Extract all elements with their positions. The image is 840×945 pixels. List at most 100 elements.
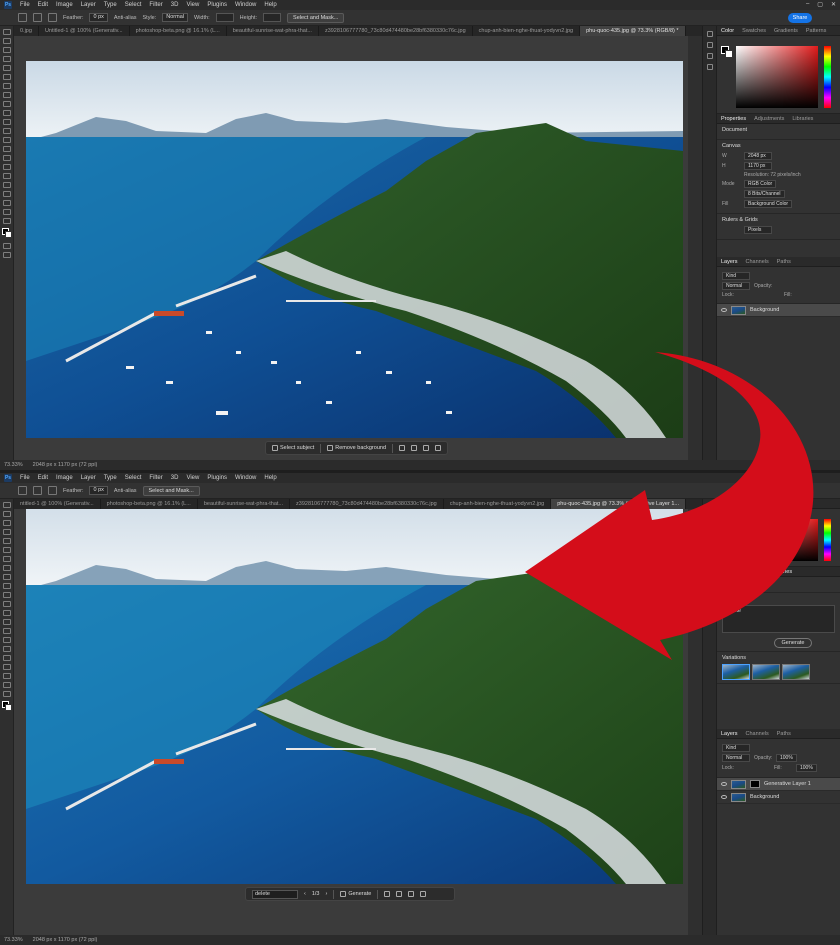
generate-panel-button[interactable]: Generate xyxy=(774,638,812,648)
antialias-checkbox[interactable]: Anti-alias xyxy=(114,488,137,494)
eraser-tool-icon[interactable] xyxy=(2,601,11,607)
marquee-tool-icon[interactable] xyxy=(2,38,11,44)
tab-color[interactable]: Color xyxy=(721,501,734,507)
color-swatches[interactable] xyxy=(0,701,13,713)
tab-document[interactable]: photoshop-beta.png @ 16.1% (L... xyxy=(130,26,227,36)
pen-tool-icon[interactable] xyxy=(2,164,11,170)
menu-view[interactable]: View xyxy=(186,475,199,481)
tab-gradients[interactable]: Gradients xyxy=(774,28,798,34)
vertical-scrollbar[interactable] xyxy=(688,36,702,460)
visibility-eye-icon[interactable] xyxy=(721,782,727,786)
quick-select-tool-icon[interactable] xyxy=(2,56,11,62)
type-tool-icon[interactable] xyxy=(2,646,11,652)
menu-image[interactable]: Image xyxy=(56,2,73,8)
lasso-tool-icon[interactable] xyxy=(2,520,11,526)
new-selection-icon[interactable] xyxy=(33,13,42,22)
height-input[interactable] xyxy=(263,13,282,22)
color-picker-field[interactable] xyxy=(736,46,818,108)
transform-icon[interactable] xyxy=(399,445,406,451)
select-and-mask-button[interactable]: Select and Mask... xyxy=(142,485,200,496)
frame-tool-icon[interactable] xyxy=(2,547,11,553)
tab-document[interactable]: photoshop-beta.png @ 16.1% (L... xyxy=(101,499,198,509)
menu-plugins[interactable]: Plugins xyxy=(207,2,227,8)
lasso-mode-icon[interactable] xyxy=(18,486,27,495)
menu-file[interactable]: File xyxy=(20,2,30,8)
menu-edit[interactable]: Edit xyxy=(38,475,48,481)
bit-depth-select[interactable]: 8 Bits/Channel xyxy=(744,190,785,198)
thumbs-up-icon[interactable] xyxy=(384,891,391,897)
eyedropper-tool-icon[interactable] xyxy=(2,83,11,89)
visibility-eye-icon[interactable] xyxy=(721,308,727,312)
layer-row[interactable]: Background xyxy=(717,304,840,317)
tab-color[interactable]: Color xyxy=(721,28,734,34)
maximize-icon[interactable]: ▢ xyxy=(817,1,823,8)
lasso-tool-icon[interactable] xyxy=(2,47,11,53)
more-tools-icon[interactable] xyxy=(2,218,11,224)
type-tool-icon[interactable] xyxy=(2,173,11,179)
next-variation-icon[interactable]: › xyxy=(326,891,328,897)
quick-select-tool-icon[interactable] xyxy=(2,529,11,535)
shape-tool-icon[interactable] xyxy=(2,664,11,670)
menu-file[interactable]: File xyxy=(20,475,30,481)
menu-3d[interactable]: 3D xyxy=(171,475,179,481)
blur-tool-icon[interactable] xyxy=(2,619,11,625)
zoom-level[interactable]: 73.33% xyxy=(4,935,23,945)
background-swatch[interactable] xyxy=(725,50,733,58)
tab-document[interactable]: 0.jpg xyxy=(14,26,39,36)
history-panel-icon[interactable] xyxy=(706,31,713,37)
menu-layer[interactable]: Layer xyxy=(81,2,96,8)
generate-button[interactable]: Generate xyxy=(340,891,371,897)
layer-kind-filter[interactable]: Kind xyxy=(722,272,750,280)
more-tools-icon[interactable] xyxy=(2,691,11,697)
menu-image[interactable]: Image xyxy=(56,475,73,481)
tab-document[interactable]: Untitled-1 @ 100% (Generativ... xyxy=(39,26,130,36)
tab-document[interactable]: beautiful-sunrise-wat-phra-that... xyxy=(227,26,319,36)
menu-help[interactable]: Help xyxy=(264,2,276,8)
tab-properties[interactable]: Properties xyxy=(721,116,746,122)
layer-row[interactable]: Generative Layer 1 xyxy=(717,778,840,791)
tab-layers[interactable]: Layers xyxy=(721,731,738,737)
color-picker-field[interactable] xyxy=(736,519,818,561)
menu-filter[interactable]: Filter xyxy=(149,2,162,8)
tab-document[interactable]: z3928106777780_73c80d474480be28bf6380330… xyxy=(319,26,473,36)
brush-panel-icon[interactable] xyxy=(706,42,713,48)
more-options-icon[interactable] xyxy=(420,891,427,897)
zoom-level[interactable]: 73.33% xyxy=(4,460,23,470)
menu-help[interactable]: Help xyxy=(264,475,276,481)
tab-active-document[interactable]: phu-quoc-435.jpg @ 73.3% (Generative Lay… xyxy=(551,499,686,509)
marquee-mode-icon[interactable] xyxy=(18,13,27,22)
canvas-width-input[interactable]: 2048 px xyxy=(744,152,772,160)
hue-slider[interactable] xyxy=(824,519,831,561)
previous-variation-icon[interactable]: ‹ xyxy=(304,891,306,897)
brush-panel-icon[interactable] xyxy=(706,515,713,521)
canvas-height-input[interactable]: 1170 px xyxy=(744,162,772,170)
brush-tool-icon[interactable] xyxy=(2,101,11,107)
menu-window[interactable]: Window xyxy=(235,2,256,8)
stamp-tool-icon[interactable] xyxy=(2,583,11,589)
mode-select[interactable]: RGB Color xyxy=(744,180,777,188)
healing-tool-icon[interactable] xyxy=(2,565,11,571)
stamp-tool-icon[interactable] xyxy=(2,110,11,116)
hand-tool-icon[interactable] xyxy=(2,200,11,206)
eyedropper-tool-icon[interactable] xyxy=(2,556,11,562)
tab-document[interactable]: ntitled-1 @ 100% (Generativ... xyxy=(14,499,101,509)
select-subject-button[interactable]: Select subject xyxy=(272,445,314,451)
vertical-scrollbar[interactable] xyxy=(688,509,702,935)
history-brush-icon[interactable] xyxy=(2,592,11,598)
tab-paths[interactable]: Paths xyxy=(777,259,791,265)
variation-thumbnail[interactable] xyxy=(722,664,750,680)
tab-swatches[interactable]: Swatches xyxy=(742,28,766,34)
quick-mask-icon[interactable] xyxy=(2,243,11,249)
color-swatches[interactable] xyxy=(0,228,13,240)
layer-kind-filter[interactable]: Kind xyxy=(722,744,750,752)
dodge-tool-icon[interactable] xyxy=(2,628,11,634)
prompt-textarea[interactable]: delete xyxy=(722,605,835,633)
ruler-unit-select[interactable]: Pixels xyxy=(744,226,772,234)
variation-thumbnail[interactable] xyxy=(782,664,810,680)
flag-icon[interactable] xyxy=(408,891,415,897)
character-panel-icon[interactable] xyxy=(706,526,713,532)
pen-tool-icon[interactable] xyxy=(2,637,11,643)
tab-document[interactable]: chup-anh-bien-nghe-thuat-yodyvn2.jpg xyxy=(444,499,552,509)
tab-layers[interactable]: Layers xyxy=(721,259,738,265)
path-select-icon[interactable] xyxy=(2,182,11,188)
